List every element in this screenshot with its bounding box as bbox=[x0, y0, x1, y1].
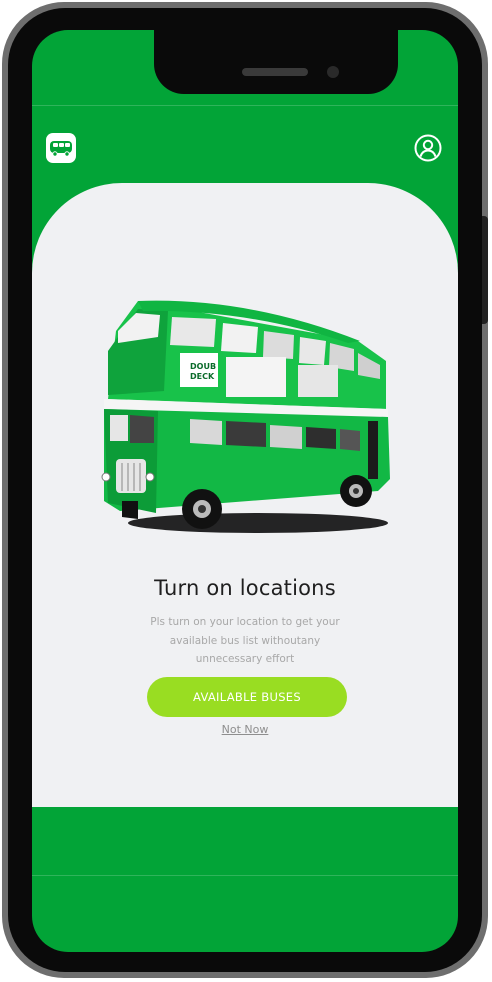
location-card: DOUB DECK Turn on locations Pls turn on … bbox=[32, 183, 458, 807]
bus-logo-icon[interactable] bbox=[46, 133, 76, 163]
description-line: available bus list withoutany bbox=[169, 634, 321, 647]
phone-side-button bbox=[482, 216, 488, 324]
location-title: Turn on locations bbox=[154, 576, 336, 600]
bottom-divider bbox=[32, 875, 458, 876]
status-divider bbox=[32, 105, 458, 106]
svg-text:DECK: DECK bbox=[190, 372, 215, 381]
app-screen: DOUB DECK Turn on locations Pls turn on … bbox=[32, 30, 458, 952]
available-buses-button[interactable]: AVAILABLE BUSES bbox=[147, 677, 347, 717]
speaker-grille bbox=[242, 68, 308, 76]
svg-text:DOUB: DOUB bbox=[190, 362, 216, 371]
description-line: unnecessary effort bbox=[195, 653, 295, 665]
location-description: Pls turn on your location to get your av… bbox=[145, 613, 345, 669]
double-decker-bus: DOUB DECK bbox=[101, 300, 390, 533]
user-profile-icon[interactable] bbox=[414, 134, 442, 162]
not-now-link[interactable]: Not Now bbox=[32, 723, 458, 736]
description-line: Pls turn on your location to get your bbox=[150, 616, 340, 628]
front-camera bbox=[327, 66, 339, 78]
phone-notch bbox=[154, 30, 398, 94]
